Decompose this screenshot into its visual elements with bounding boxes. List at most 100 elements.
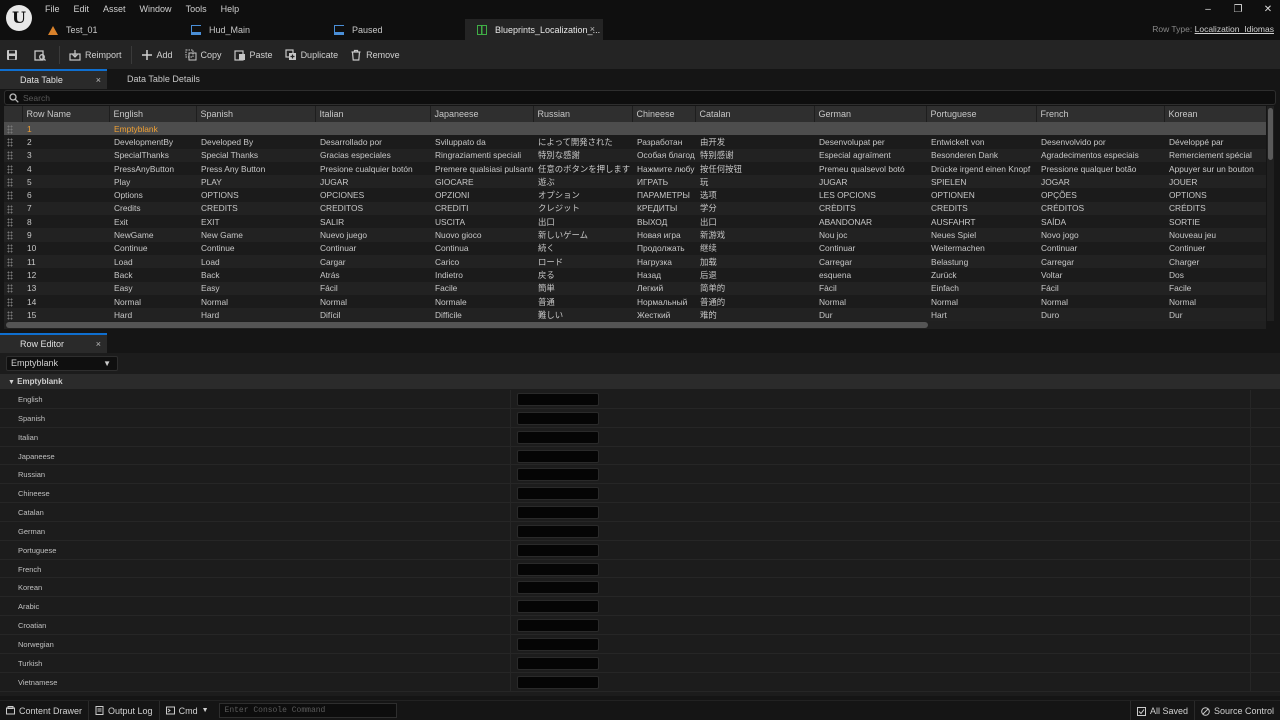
- tab-data-table-details[interactable]: Data Table Details: [107, 69, 227, 89]
- column-header[interactable]: Row Name: [22, 106, 110, 122]
- row-select-dropdown[interactable]: Emptyblank ▼: [6, 356, 118, 371]
- field-value-input[interactable]: [517, 656, 599, 670]
- column-header[interactable]: English: [109, 106, 197, 122]
- row-type-link[interactable]: Localization_Idiomas: [1195, 24, 1274, 34]
- column-header[interactable]: German: [814, 106, 927, 122]
- row-drag-handle[interactable]: [4, 215, 22, 229]
- field-value-input[interactable]: [517, 449, 599, 463]
- reimport-button[interactable]: Reimport: [63, 44, 128, 66]
- source-control-button[interactable]: Source Control: [1195, 701, 1280, 720]
- column-header[interactable]: Catalan: [695, 106, 815, 122]
- table-row[interactable]: 12 Back Back Atrás Indietro 戻る Назад 后退 esquena Z…: [4, 268, 1266, 282]
- row-drag-handle[interactable]: [4, 281, 22, 295]
- field-value-input[interactable]: [517, 393, 599, 406]
- field-value-input[interactable]: [517, 411, 599, 425]
- document-tab[interactable]: Paused: [322, 19, 465, 40]
- close-window-button[interactable]: ✕: [1253, 4, 1280, 15]
- tab-data-table[interactable]: Data Table ×: [0, 69, 107, 89]
- table-horizontal-scrollbar[interactable]: [4, 321, 1266, 329]
- close-tab-icon[interactable]: ×: [96, 339, 101, 349]
- row-drag-handle[interactable]: [4, 268, 22, 282]
- field-value-input[interactable]: [517, 600, 599, 614]
- browse-button[interactable]: [28, 44, 56, 66]
- row-drag-handle[interactable]: [4, 135, 22, 149]
- table-row[interactable]: 2 DevelopmentBy Developed By Desarrollado p…: [4, 135, 1266, 149]
- table-row[interactable]: 5 Play PLAY JUGAR GIOCARE 遊ぶ ИГРАТЬ 玩 JUGAR SPIEL…: [4, 175, 1266, 189]
- document-tab[interactable]: Blueprints_Localization_... ×: [465, 19, 603, 40]
- table-row[interactable]: 8 Exit EXIT SALIR USCITA 出口 ВЫХОД 出口 ABANDONAR AU…: [4, 215, 1266, 229]
- field-value-input[interactable]: [517, 468, 599, 482]
- field-value-input[interactable]: [517, 506, 599, 520]
- field-value-input[interactable]: [517, 487, 599, 501]
- cmd-button[interactable]: Cmd ▼: [160, 701, 215, 720]
- row-drag-handle[interactable]: [4, 254, 22, 269]
- paste-button[interactable]: Paste: [228, 44, 279, 66]
- search-box[interactable]: [4, 90, 1276, 105]
- table-row[interactable]: 15 Hard Hard Difícil Difficile 難しい Жесткий 难的 Du…: [4, 308, 1266, 321]
- table-row[interactable]: 3 SpecialThanks Special Thanks Gracias espe…: [4, 148, 1266, 162]
- unreal-logo-icon[interactable]: U: [6, 5, 32, 31]
- tab-row-editor[interactable]: Row Editor ×: [0, 333, 107, 353]
- column-header[interactable]: Korean: [1164, 106, 1266, 122]
- column-header[interactable]: Chineese: [632, 106, 696, 122]
- menu-item-tools[interactable]: Tools: [179, 2, 214, 16]
- content-drawer-button[interactable]: Content Drawer: [0, 700, 90, 720]
- row-drag-handle[interactable]: [4, 161, 22, 176]
- row-drag-handle[interactable]: [4, 308, 22, 321]
- column-header[interactable]: Spanish: [196, 106, 316, 122]
- menu-item-edit[interactable]: Edit: [67, 2, 97, 16]
- menu-item-asset[interactable]: Asset: [96, 2, 133, 16]
- field-value-input[interactable]: [517, 430, 599, 444]
- table-row[interactable]: 6 Options OPTIONS OPCIONES OPZIONI オプション ПАРАМ…: [4, 188, 1266, 202]
- field-value-input[interactable]: [517, 524, 599, 538]
- table-row[interactable]: 9 NewGame New Game Nuevo juego Nuovo gioco 新し…: [4, 228, 1266, 242]
- field-value-input[interactable]: [517, 675, 599, 689]
- table-row[interactable]: 4 PressAnyButton Press Any Button Presione …: [4, 161, 1266, 176]
- row-drag-handle[interactable]: [4, 201, 22, 216]
- menu-item-window[interactable]: Window: [133, 2, 179, 16]
- document-tab[interactable]: Hud_Main: [179, 19, 322, 40]
- scroll-thumb[interactable]: [6, 322, 928, 328]
- close-tab-icon[interactable]: ×: [590, 24, 595, 34]
- duplicate-button[interactable]: Duplicate: [279, 44, 345, 66]
- row-editor-category[interactable]: ▼ Emptyblank: [0, 374, 1280, 389]
- row-drag-handle[interactable]: [4, 122, 22, 136]
- field-value-input[interactable]: [517, 543, 599, 557]
- row-drag-handle[interactable]: [4, 241, 22, 255]
- column-header[interactable]: Italian: [315, 106, 431, 122]
- console-command-input[interactable]: [218, 703, 397, 718]
- output-log-button[interactable]: Output Log: [89, 700, 160, 720]
- column-header[interactable]: Russian: [533, 106, 633, 122]
- row-drag-handle[interactable]: [4, 175, 22, 189]
- field-value-input[interactable]: [517, 619, 599, 633]
- scroll-thumb[interactable]: [1268, 108, 1273, 160]
- row-drag-handle[interactable]: [4, 148, 22, 162]
- field-value-input[interactable]: [517, 581, 599, 595]
- minimize-button[interactable]: –: [1193, 4, 1223, 15]
- table-row[interactable]: 1 Emptyblank: [4, 122, 1266, 136]
- table-row[interactable]: 14 Normal Normal Normal Normale 普通 Нормальный 普…: [4, 294, 1266, 309]
- column-header[interactable]: Portuguese: [926, 106, 1037, 122]
- column-header[interactable]: Japaneese: [430, 106, 534, 122]
- row-drag-handle[interactable]: [4, 228, 22, 242]
- field-value-input[interactable]: [517, 637, 599, 651]
- row-drag-handle[interactable]: [4, 294, 22, 309]
- row-drag-handle[interactable]: [4, 188, 22, 202]
- add-button[interactable]: Add: [135, 44, 179, 66]
- search-input[interactable]: [23, 92, 1223, 103]
- close-tab-icon[interactable]: ×: [96, 75, 101, 85]
- table-row[interactable]: 11 Load Load Cargar Carico ロード Нагрузка 加载 Carre…: [4, 254, 1266, 269]
- menu-item-help[interactable]: Help: [214, 2, 247, 16]
- restore-button[interactable]: ❐: [1223, 4, 1253, 15]
- document-tab[interactable]: Test_01: [36, 19, 179, 40]
- table-row[interactable]: 7 Credits CREDITS CREDITOS CREDITI クレジット КРЕДИ…: [4, 201, 1266, 216]
- remove-button[interactable]: Remove: [344, 44, 406, 66]
- table-vertical-scrollbar[interactable]: [1267, 106, 1274, 321]
- save-button[interactable]: [0, 44, 28, 66]
- column-header[interactable]: French: [1036, 106, 1165, 122]
- table-row[interactable]: 10 Continue Continue Continuar Continua 続く Про…: [4, 241, 1266, 255]
- field-value-input[interactable]: [517, 562, 599, 576]
- column-header-grip[interactable]: [4, 106, 23, 122]
- table-row[interactable]: 13 Easy Easy Fácil Facile 簡単 Легкий 简单的 Fàcil Ein…: [4, 281, 1266, 295]
- copy-button[interactable]: Copy: [179, 44, 228, 66]
